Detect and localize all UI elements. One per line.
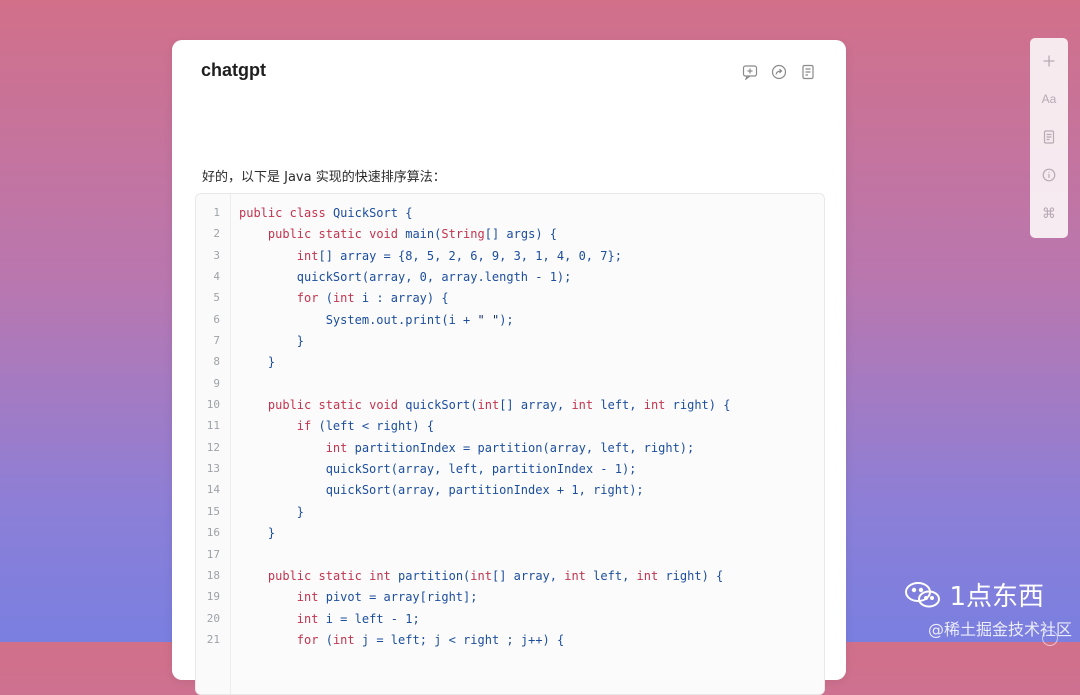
line-number: 10 [206,398,220,412]
code-text: public static void main(String[] args) { [267,227,558,242]
line-number: 13 [206,462,220,476]
plus-icon[interactable] [1038,50,1060,72]
code-text: public class QuickSort { [239,206,413,220]
line-number: 16 [206,526,220,540]
code-text: int i = left - 1; [296,611,420,626]
code-line: 7 } [196,332,824,353]
code-text: public static void quickSort(int[] array… [267,398,731,413]
code-text: public static int partition(int[] array,… [267,568,724,583]
code-line: 13 quickSort(array, left, partitionIndex… [196,460,824,481]
line-number: 5 [213,291,220,305]
line-number: 14 [206,483,220,497]
line-number: 20 [206,611,220,625]
line-number: 12 [206,440,220,454]
code-text: if (left < right) { [296,419,435,434]
line-number: 1 [213,206,220,219]
code-text: for (int j = left; j < right ; j++) { [296,632,565,647]
code-line: 20 int i = left - 1; [196,610,824,631]
code-line: 5 for (int i : array) { [196,289,824,310]
line-number: 8 [213,355,220,369]
code-text: int partitionIndex = partition(array, le… [325,440,695,455]
font-size-icon[interactable]: Aa [1038,88,1060,110]
header-actions [742,64,816,80]
code-line: 2 public static void main(String[] args)… [196,225,824,246]
code-line: 6 System.out.print(i + " "); [196,311,824,332]
code-line: 3 int[] array = {8, 5, 2, 6, 9, 3, 1, 4,… [196,247,824,268]
comment-icon[interactable] [742,64,758,80]
conversation-title: chatgpt [201,60,266,80]
code-text: } [239,504,305,519]
share-icon[interactable] [771,64,787,80]
side-toolbar: Aa ⌘ [1030,38,1068,238]
code-text: int[] array = {8, 5, 2, 6, 9, 3, 1, 4, 0… [296,248,622,263]
line-number: 9 [213,376,220,390]
code-line: 4 quickSort(array, 0, array.length - 1); [196,268,824,289]
code-line: 15 } [196,503,824,524]
line-number: 6 [213,312,220,326]
code-text: for (int i : array) { [296,291,449,306]
code-line: 14 quickSort(array, partitionIndex + 1, … [196,481,824,502]
line-number: 3 [213,248,220,262]
line-number: 7 [213,334,220,348]
wechat-icon [903,580,943,610]
line-number: 15 [206,504,220,518]
line-number: 17 [206,547,220,561]
code-line: 12 int partitionIndex = partition(array,… [196,439,824,460]
code-line: 9 [196,375,824,396]
code-lines: 1 public class QuickSort { 2 public static… [196,204,824,652]
code-text: } [239,334,305,349]
watermark-brand: 1点东西 [949,582,1044,612]
code-line: 10 public static void quickSort(int[] ar… [196,396,824,417]
code-text: quickSort(array, 0, array.length - 1); [296,270,572,285]
code-block[interactable]: 1 public class QuickSort { 2 public static… [195,193,825,695]
code-text: } [239,526,276,541]
command-icon[interactable]: ⌘ [1038,202,1060,224]
help-icon[interactable] [1042,630,1058,646]
code-text: quickSort(array, partitionIndex + 1, rig… [325,483,644,498]
code-text: System.out.print(i + " "); [325,312,514,327]
code-text: } [239,355,276,370]
code-line: 18 public static int partition(int[] arr… [196,567,824,588]
code-line: 17 [196,546,824,567]
code-text: quickSort(array, left, partitionIndex - … [325,462,637,477]
code-text: int pivot = array[right]; [296,590,478,605]
line-number: 11 [206,419,220,433]
line-number: 18 [206,568,220,582]
document-icon[interactable] [800,64,816,80]
line-number: 19 [206,590,220,604]
code-line: 16 } [196,524,824,545]
document-icon[interactable] [1038,126,1060,148]
code-line: 11 if (left < right) { [196,417,824,438]
code-line: 8 } [196,353,824,374]
line-number: 21 [206,632,220,646]
conversation-card: chatgpt 好的，以下是 Java 实现的快速排序算法： 1 public c… [172,40,846,695]
code-line: 19 int pivot = array[right]; [196,588,824,609]
assistant-intro-text: 好的，以下是 Java 实现的快速排序算法： [202,170,446,185]
line-number: 4 [213,270,220,284]
watermark: 1点东西 [903,576,1044,613]
code-line: 1 public class QuickSort { [196,204,824,225]
line-number: 2 [213,227,220,241]
info-icon[interactable] [1038,164,1060,186]
